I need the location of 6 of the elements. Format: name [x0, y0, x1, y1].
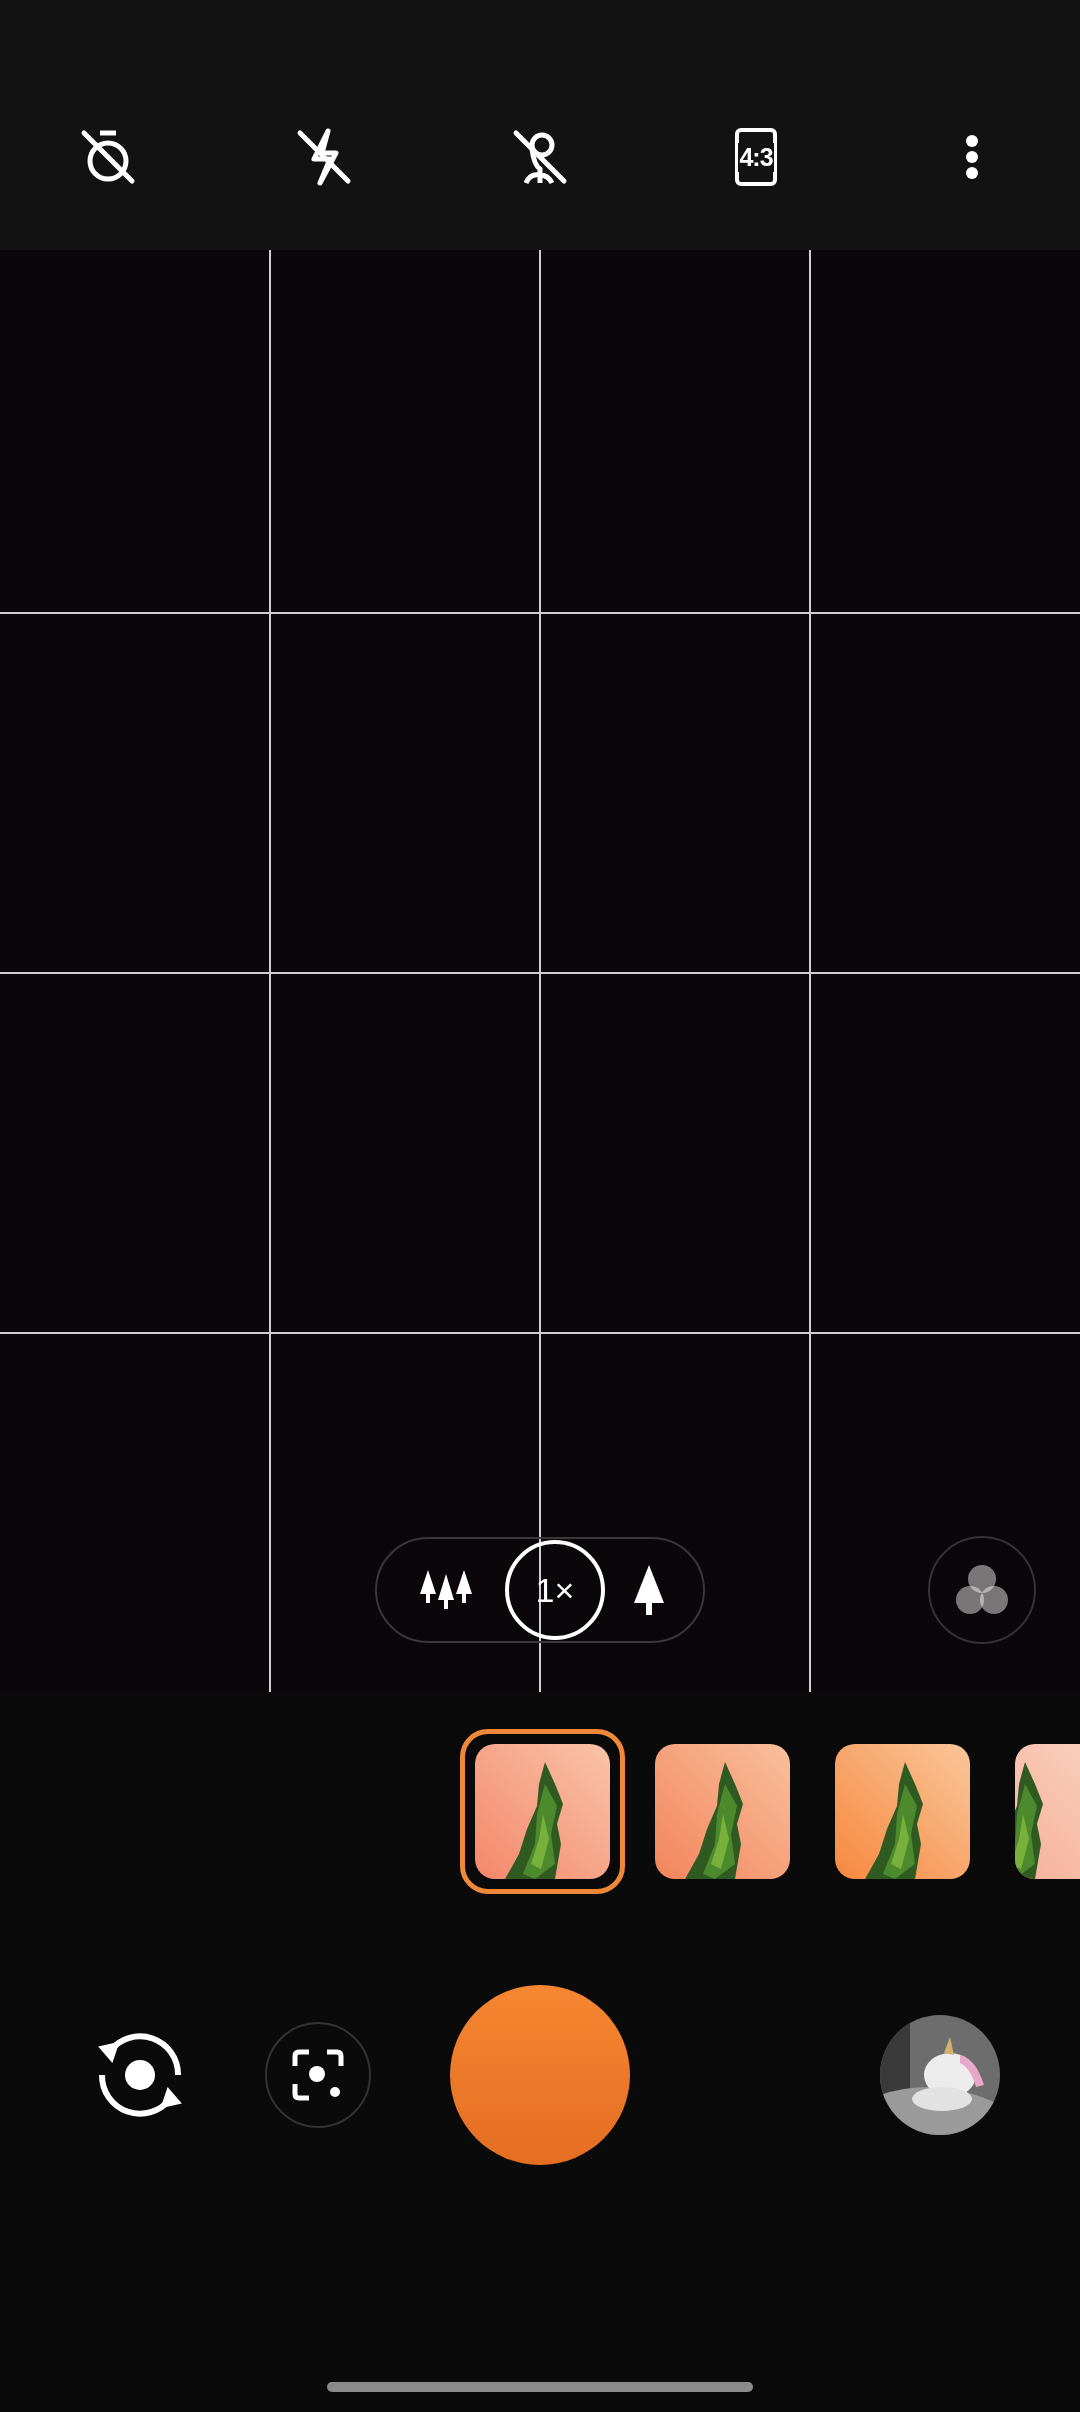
scan-button[interactable]	[265, 2022, 371, 2128]
overlapping-circles-icon	[953, 1563, 1011, 1617]
scan-icon	[291, 2048, 345, 2102]
aspect-ratio-button[interactable]: 4:3	[735, 128, 777, 186]
filter-thumbnail[interactable]	[460, 1728, 625, 1894]
tree-icon	[632, 1565, 666, 1615]
